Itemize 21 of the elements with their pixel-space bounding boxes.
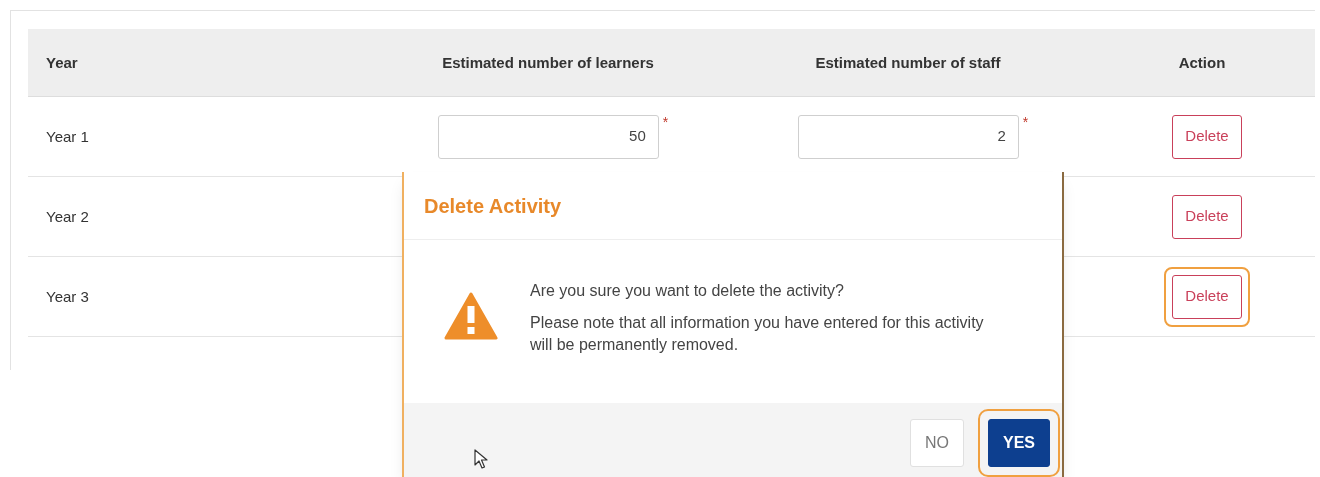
table-cell: Year 3 (46, 287, 89, 305)
column-header: Year (46, 53, 78, 71)
delete-button[interactable]: Delete (1172, 274, 1242, 319)
column-header: Action (1178, 53, 1226, 71)
no-button[interactable]: NO (910, 419, 964, 467)
dialog-message: Please note that all information you have entered for this activity will be permanently removed. (530, 313, 985, 355)
warning-icon (444, 292, 498, 340)
yes-button[interactable]: YES (988, 419, 1050, 467)
dialog-title: Delete Activity (424, 193, 562, 219)
cursor-icon (474, 449, 488, 469)
required-mark: * (1022, 114, 1029, 129)
dialog-message: Are you sure you want to delete the activity? (530, 281, 845, 301)
required-mark: * (662, 114, 669, 129)
delete-button[interactable]: Delete (1172, 114, 1242, 159)
column-header: Estimated number of staff (815, 53, 1001, 71)
number-input-field[interactable]: 2 (797, 114, 1019, 159)
number-input-field[interactable]: 50 (437, 114, 659, 159)
table-cell: Year 1 (46, 127, 89, 145)
column-header: Estimated number of learners (442, 53, 654, 71)
delete-button[interactable]: Delete (1172, 194, 1242, 239)
table-cell: Year 2 (46, 207, 89, 225)
